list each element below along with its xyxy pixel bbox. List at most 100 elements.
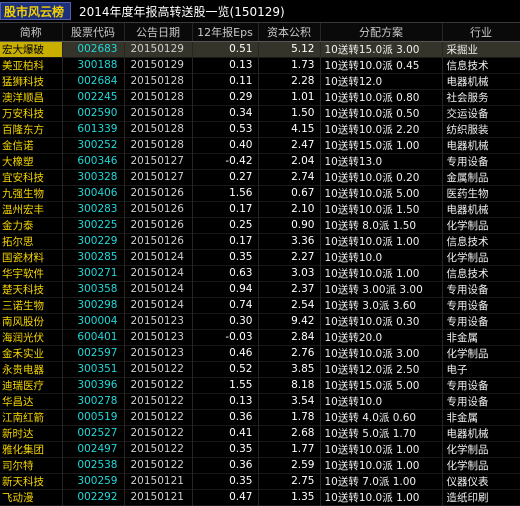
capital-reserve-cell: 1.78 xyxy=(258,409,321,425)
announce-date-cell: 20150122 xyxy=(124,409,193,425)
table-row[interactable]: 美亚柏科 300188 20150129 0.13 1.73 10送转10.0派 0.45… xyxy=(0,57,520,73)
stock-name-cell: 九强生物 xyxy=(0,185,63,201)
eps-cell: 0.52 xyxy=(192,361,259,377)
table-row[interactable]: 三诺生物 300298 20150124 0.74 2.54 10送转 3.0派 3.60… xyxy=(0,297,520,313)
ranking-tab[interactable]: 股市风云榜 xyxy=(0,2,72,20)
industry-cell: 非金属 xyxy=(442,329,520,345)
industry-cell: 电器机械 xyxy=(442,137,520,153)
table-row[interactable]: 澳洋顺昌 002245 20150128 0.29 1.01 10送转10.0派 0.80… xyxy=(0,89,520,105)
col-header-name[interactable]: 简称 xyxy=(0,23,63,42)
table-row[interactable]: 永贵电器 300351 20150122 0.52 3.85 10送转12.0派 2.50… xyxy=(0,361,520,377)
table-row[interactable]: 海润光伏 600401 20150123 -0.03 2.84 10送转20.0 非金属 xyxy=(0,329,520,345)
col-header-capital-reserve[interactable]: 资本公积 xyxy=(258,23,321,42)
stock-code-cell: 002245 xyxy=(62,89,125,105)
table-row[interactable]: 飞动漫 002292 20150121 0.47 1.35 10送转10.0派 1.00 造… xyxy=(0,489,520,505)
table-row[interactable]: 雅化集团 002497 20150122 0.35 1.77 10送转10.0派 1.00… xyxy=(0,441,520,457)
stock-name-cell: 海润光伏 xyxy=(0,329,63,345)
distribution-plan-cell: 10送转10.0派 1.00 xyxy=(320,489,443,505)
capital-reserve-cell: 0.67 xyxy=(258,185,321,201)
eps-cell: 0.94 xyxy=(192,281,259,297)
stock-name-cell: 金禾实业 xyxy=(0,345,63,361)
table-row[interactable]: 万安科技 002590 20150128 0.34 1.50 10送转10.0派 0.50… xyxy=(0,105,520,121)
industry-cell: 专用设备 xyxy=(442,377,520,393)
stock-code-cell: 600401 xyxy=(62,329,125,345)
eps-cell: -0.42 xyxy=(192,153,259,169)
announce-date-cell: 20150126 xyxy=(124,217,193,233)
distribution-plan-cell: 10送转 3.0派 3.60 xyxy=(320,297,443,313)
stock-table: 简称 股票代码 公告日期 12年报Eps 资本公积 分配方案 行业 宏大爆破 00… xyxy=(0,23,520,506)
table-row[interactable]: 金禾实业 002597 20150123 0.46 2.76 10送转10.0派 3.00… xyxy=(0,345,520,361)
stock-name-cell: 飞动漫 xyxy=(0,489,63,505)
table-row[interactable]: 新时达 002527 20150122 0.41 2.68 10送转 5.0派 1.70 电… xyxy=(0,425,520,441)
announce-date-cell: 20150122 xyxy=(124,361,193,377)
stock-name-cell: 华宇软件 xyxy=(0,265,63,281)
distribution-plan-cell: 10送转10.0派 0.50 xyxy=(320,105,443,121)
stock-name-cell: 南风股份 xyxy=(0,313,63,329)
stock-code-cell: 300283 xyxy=(62,201,125,217)
capital-reserve-cell: 1.01 xyxy=(258,89,321,105)
col-header-eps[interactable]: 12年报Eps xyxy=(192,23,259,42)
capital-reserve-cell: 9.42 xyxy=(258,313,321,329)
capital-reserve-cell: 1.35 xyxy=(258,489,321,505)
eps-cell: -0.03 xyxy=(192,329,259,345)
announce-date-cell: 20150128 xyxy=(124,89,193,105)
table-row[interactable]: 宜安科技 300328 20150127 0.27 2.74 10送转10.0派 0.20… xyxy=(0,169,520,185)
table-row[interactable]: 温州宏丰 300283 20150126 0.17 2.10 10送转10.0派 1.50… xyxy=(0,201,520,217)
stock-name-cell: 迪瑞医疗 xyxy=(0,377,63,393)
table-row[interactable]: 宏大爆破 002683 20150129 0.51 5.12 10送转15.0派 3.00… xyxy=(0,41,520,57)
announce-date-cell: 20150129 xyxy=(124,57,193,73)
announce-date-cell: 20150124 xyxy=(124,249,193,265)
table-row[interactable]: 猛狮科技 002684 20150128 0.11 2.28 10送转12.0 电器机械 xyxy=(0,73,520,89)
industry-cell: 交运设备 xyxy=(442,105,520,121)
stock-code-cell: 300259 xyxy=(62,473,125,489)
stock-name-cell: 澳洋顺昌 xyxy=(0,89,63,105)
industry-cell: 电器机械 xyxy=(442,201,520,217)
distribution-plan-cell: 10送转 7.0派 1.00 xyxy=(320,473,443,489)
table-row[interactable]: 南风股份 300004 20150123 0.30 9.42 10送转10.0派 0.30… xyxy=(0,313,520,329)
table-row[interactable]: 拓尔思 300229 20150126 0.17 3.36 10送转10.0派 1.00 信… xyxy=(0,233,520,249)
list-title: 2014年度年报高转送股一览(150129) xyxy=(79,4,285,19)
table-row[interactable]: 江南红箭 000519 20150122 0.36 1.78 10送转 4.0派 0.60… xyxy=(0,409,520,425)
announce-date-cell: 20150126 xyxy=(124,233,193,249)
col-header-industry[interactable]: 行业 xyxy=(442,23,520,42)
capital-reserve-cell: 3.85 xyxy=(258,361,321,377)
stock-code-cell: 300351 xyxy=(62,361,125,377)
industry-cell: 化学制品 xyxy=(442,457,520,473)
announce-date-cell: 20150127 xyxy=(124,153,193,169)
table-row[interactable]: 司尔特 002538 20150122 0.36 2.59 10送转10.0派 1.00 化… xyxy=(0,457,520,473)
distribution-plan-cell: 10送转10.0派 1.50 xyxy=(320,201,443,217)
capital-reserve-cell: 2.75 xyxy=(258,473,321,489)
eps-cell: 0.36 xyxy=(192,457,259,473)
table-row[interactable]: 迪瑞医疗 300396 20150122 1.55 8.18 10送转15.0派 5.00… xyxy=(0,377,520,393)
col-header-date[interactable]: 公告日期 xyxy=(124,23,193,42)
table-row[interactable]: 金信诺 300252 20150128 0.40 2.47 10送转15.0派 1.00 电… xyxy=(0,137,520,153)
table-row[interactable]: 新天科技 300259 20150121 0.35 2.75 10送转 7.0派 1.00… xyxy=(0,473,520,489)
col-header-code[interactable]: 股票代码 xyxy=(62,23,125,42)
table-row[interactable]: 华宇软件 300271 20150124 0.63 3.03 10送转10.0派 1.00… xyxy=(0,265,520,281)
stock-code-cell: 002683 xyxy=(62,41,125,57)
announce-date-cell: 20150123 xyxy=(124,329,193,345)
table-row[interactable]: 百隆东方 601339 20150128 0.53 4.15 10送转10.0派 2.20… xyxy=(0,121,520,137)
industry-cell: 电子 xyxy=(442,361,520,377)
distribution-plan-cell: 10送转10.0派 3.00 xyxy=(320,345,443,361)
eps-cell: 0.35 xyxy=(192,473,259,489)
stock-name-cell: 司尔特 xyxy=(0,457,63,473)
eps-cell: 0.53 xyxy=(192,121,259,137)
table-row[interactable]: 楚天科技 300358 20150124 0.94 2.37 10送转 3.00派 3.0… xyxy=(0,281,520,297)
stock-code-cell: 300328 xyxy=(62,169,125,185)
eps-cell: 0.13 xyxy=(192,57,259,73)
stock-name-cell: 金力泰 xyxy=(0,217,63,233)
table-row[interactable]: 九强生物 300406 20150126 1.56 0.67 10送转10.0派 5.00… xyxy=(0,185,520,201)
table-row[interactable]: 金力泰 300225 20150126 0.25 0.90 10送转 8.0派 1.50 化… xyxy=(0,217,520,233)
capital-reserve-cell: 3.03 xyxy=(258,265,321,281)
table-row[interactable]: 华昌达 300278 20150122 0.13 3.54 10送转10.0 专用设备 xyxy=(0,393,520,409)
eps-cell: 1.56 xyxy=(192,185,259,201)
stock-name-cell: 江南红箭 xyxy=(0,409,63,425)
stock-name-cell: 金信诺 xyxy=(0,137,63,153)
eps-cell: 0.40 xyxy=(192,137,259,153)
industry-cell: 专用设备 xyxy=(442,153,520,169)
col-header-distribution-plan[interactable]: 分配方案 xyxy=(320,23,443,42)
table-row[interactable]: 国瓷材料 300285 20150124 0.35 2.27 10送转10.0 化学制品 xyxy=(0,249,520,265)
distribution-plan-cell: 10送转12.0 xyxy=(320,73,443,89)
table-row[interactable]: 大橡塑 600346 20150127 -0.42 2.04 10送转13.0 专用设备 xyxy=(0,153,520,169)
